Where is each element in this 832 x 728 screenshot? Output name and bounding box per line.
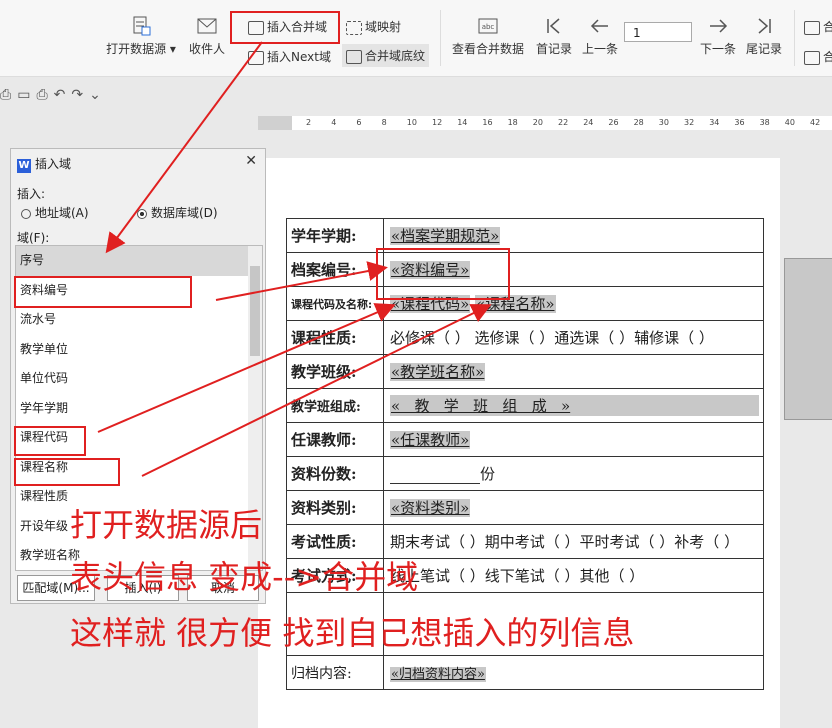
annotation-text: 这样就 很方便 找到自己想插入的列信息: [70, 614, 635, 652]
arrow: [105, 41, 263, 254]
arrow: [215, 261, 388, 301]
annotation-text: 表头信息 变成-->合并域: [70, 558, 419, 596]
annotation-text: 打开数据源后: [70, 506, 263, 544]
arrow: [97, 303, 396, 433]
